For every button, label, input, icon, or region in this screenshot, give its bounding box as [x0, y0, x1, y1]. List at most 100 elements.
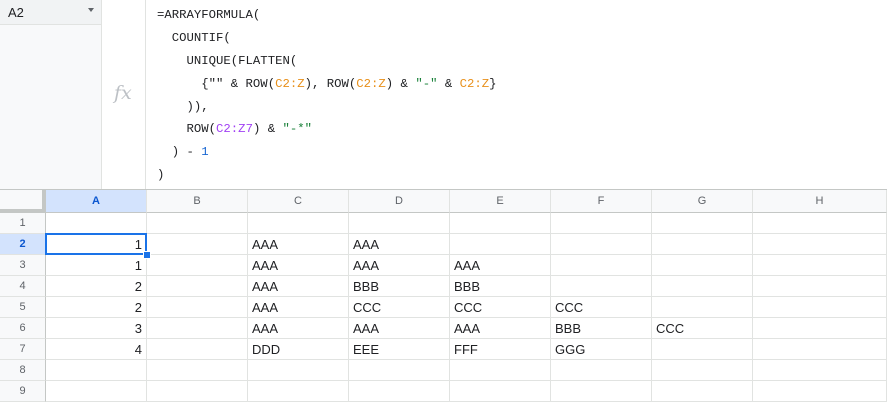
cell-b3[interactable] [147, 255, 248, 276]
cell-d4[interactable]: BBB [349, 276, 450, 297]
cell-b8[interactable] [147, 360, 248, 381]
cell-g9[interactable] [652, 381, 753, 402]
formula-token: )), [157, 99, 209, 114]
cell-h6[interactable] [753, 318, 887, 339]
chevron-down-icon[interactable] [88, 8, 94, 12]
cell-c1[interactable] [248, 213, 349, 234]
cell-a7[interactable]: 4 [46, 339, 147, 360]
cell-h1[interactable] [753, 213, 887, 234]
cell-g8[interactable] [652, 360, 753, 381]
cell-e9[interactable] [450, 381, 551, 402]
cell-f9[interactable] [551, 381, 652, 402]
cell-c8[interactable] [248, 360, 349, 381]
formula-token: ) & [252, 122, 283, 137]
cell-b2[interactable] [147, 234, 248, 255]
row-header-8[interactable]: 8 [0, 360, 46, 381]
row-header-6[interactable]: 6 [0, 318, 46, 339]
cell-h7[interactable] [753, 339, 887, 360]
formula-token: C2:Z7 [216, 122, 253, 137]
cell-d9[interactable] [349, 381, 450, 402]
column-header-h[interactable]: H [753, 190, 887, 213]
cell-d8[interactable] [349, 360, 450, 381]
cell-e5[interactable]: CCC [450, 297, 551, 318]
cell-d1[interactable] [349, 213, 450, 234]
cell-b6[interactable] [147, 318, 248, 339]
cell-b9[interactable] [147, 381, 248, 402]
cell-e7[interactable]: FFF [450, 339, 551, 360]
cell-g4[interactable] [652, 276, 753, 297]
spreadsheet-grid[interactable]: A B C D E F G H 1 2 1 AAA AAA 3 1 AAA AAA AAA 4 2 AAA BBB BBB 5… [0, 190, 887, 402]
cell-c3[interactable]: AAA [248, 255, 349, 276]
cell-e1[interactable] [450, 213, 551, 234]
name-box[interactable]: A2 [0, 0, 101, 25]
row-header-1[interactable]: 1 [0, 213, 46, 234]
row-header-3[interactable]: 3 [0, 255, 46, 276]
cell-c5[interactable]: AAA [248, 297, 349, 318]
cell-a8[interactable] [46, 360, 147, 381]
cell-h8[interactable] [753, 360, 887, 381]
row-header-5[interactable]: 5 [0, 297, 46, 318]
column-header-c[interactable]: C [248, 190, 349, 213]
cell-e3[interactable]: AAA [450, 255, 551, 276]
row-header-2[interactable]: 2 [0, 234, 46, 255]
cell-f6[interactable]: BBB [551, 318, 652, 339]
cell-d7[interactable]: EEE [349, 339, 450, 360]
cell-f1[interactable] [551, 213, 652, 234]
cell-a4[interactable]: 2 [46, 276, 147, 297]
cell-a3[interactable]: 1 [46, 255, 147, 276]
cell-g2[interactable] [652, 234, 753, 255]
cell-h9[interactable] [753, 381, 887, 402]
cell-c9[interactable] [248, 381, 349, 402]
cell-f8[interactable] [551, 360, 652, 381]
cell-h4[interactable] [753, 276, 887, 297]
cell-c2[interactable]: AAA [248, 234, 349, 255]
cell-f7[interactable]: GGG [551, 339, 652, 360]
cell-g5[interactable] [652, 297, 753, 318]
cell-d2[interactable]: AAA [349, 234, 450, 255]
cell-a9[interactable] [46, 381, 147, 402]
cell-b4[interactable] [147, 276, 248, 297]
cell-a2[interactable]: 1 [46, 234, 147, 255]
formula-line: UNIQUE(FLATTEN( [157, 50, 497, 73]
cell-g1[interactable] [652, 213, 753, 234]
cell-g3[interactable] [652, 255, 753, 276]
cell-b7[interactable] [147, 339, 248, 360]
cell-d3[interactable]: AAA [349, 255, 450, 276]
cell-f4[interactable] [551, 276, 652, 297]
select-all-corner[interactable] [0, 190, 46, 213]
cell-e4[interactable]: BBB [450, 276, 551, 297]
formula-input[interactable]: =ARRAYFORMULA( COUNTIF( UNIQUE(FLATTEN( … [157, 4, 497, 187]
cell-d6[interactable]: AAA [349, 318, 450, 339]
cell-g7[interactable] [652, 339, 753, 360]
cell-f2[interactable] [551, 234, 652, 255]
cell-e2[interactable] [450, 234, 551, 255]
column-header-a[interactable]: A [46, 190, 147, 213]
cell-c7[interactable]: DDD [248, 339, 349, 360]
row-header-9[interactable]: 9 [0, 381, 46, 402]
cell-a5[interactable]: 2 [46, 297, 147, 318]
cell-f5[interactable]: CCC [551, 297, 652, 318]
cell-c6[interactable]: AAA [248, 318, 349, 339]
cell-b1[interactable] [147, 213, 248, 234]
cell-h3[interactable] [753, 255, 887, 276]
column-header-f[interactable]: F [551, 190, 652, 213]
cell-h2[interactable] [753, 234, 887, 255]
cell-c4[interactable]: AAA [248, 276, 349, 297]
cell-h5[interactable] [753, 297, 887, 318]
cell-g6[interactable]: CCC [652, 318, 753, 339]
cell-b5[interactable] [147, 297, 248, 318]
column-header-e[interactable]: E [450, 190, 551, 213]
column-header-g[interactable]: G [652, 190, 753, 213]
column-header-b[interactable]: B [147, 190, 248, 213]
formula-token: "-*" [282, 122, 313, 137]
row-header-7[interactable]: 7 [0, 339, 46, 360]
cell-a1[interactable] [46, 213, 147, 234]
cell-a6[interactable]: 3 [46, 318, 147, 339]
column-header-d[interactable]: D [349, 190, 450, 213]
cell-f3[interactable] [551, 255, 652, 276]
fill-handle[interactable] [143, 251, 151, 259]
row-header-4[interactable]: 4 [0, 276, 46, 297]
cell-d5[interactable]: CCC [349, 297, 450, 318]
cell-e6[interactable]: AAA [450, 318, 551, 339]
cell-e8[interactable] [450, 360, 551, 381]
